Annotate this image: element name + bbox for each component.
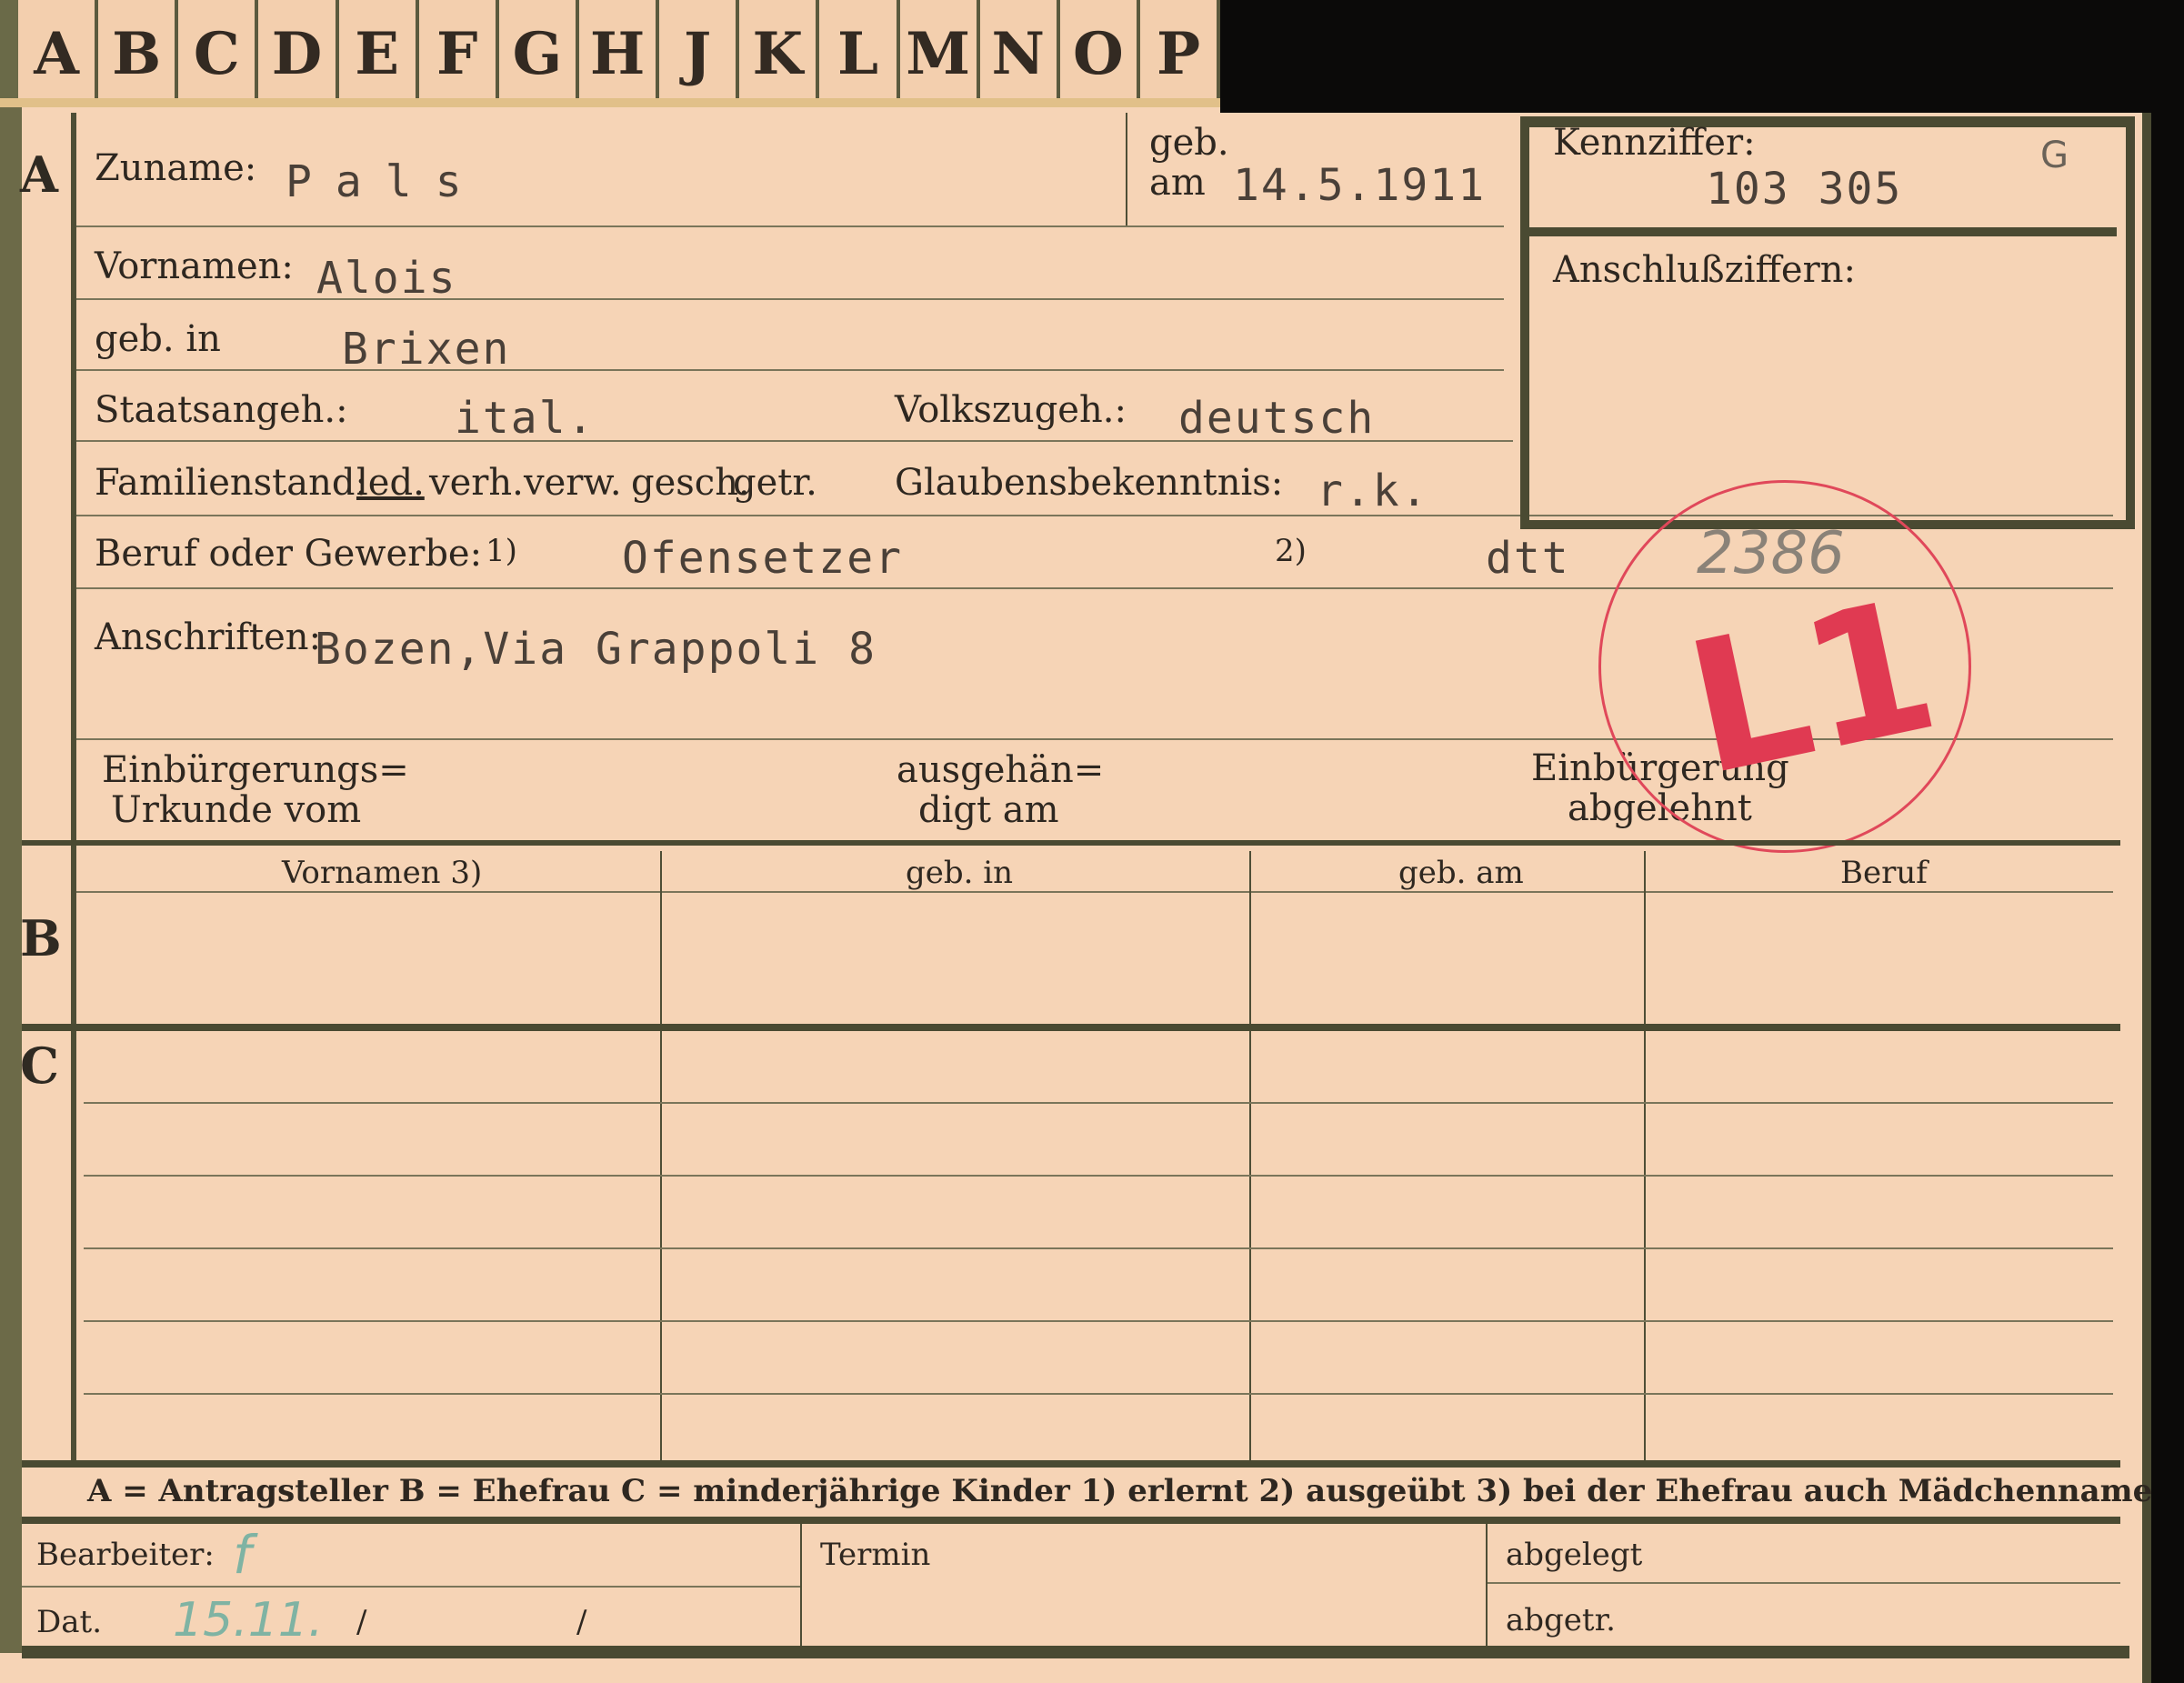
beruf-label: Beruf oder Gewerbe: bbox=[95, 533, 483, 575]
table-header-beruf: Beruf bbox=[1840, 855, 1928, 891]
abgelegt-label: abgelegt bbox=[1506, 1537, 1643, 1573]
beruf-value-1[interactable]: Ofensetzer bbox=[622, 533, 903, 584]
tab-k[interactable]: K bbox=[739, 0, 820, 107]
tab-b[interactable]: B bbox=[98, 0, 179, 107]
bearbeiter-value[interactable]: f bbox=[233, 1524, 251, 1586]
grid-row-rule bbox=[84, 1393, 2113, 1395]
am-label: am bbox=[1149, 162, 1206, 204]
section-a-letter: A bbox=[20, 145, 58, 204]
rule-gebin bbox=[76, 369, 1504, 371]
einb-urkunde-label-2: Urkunde vom bbox=[111, 789, 362, 831]
staat-value[interactable]: ital. bbox=[455, 393, 596, 444]
grid-row-rule bbox=[84, 1320, 2113, 1322]
dat-separator-2: / bbox=[576, 1604, 587, 1640]
section-c-letter: C bbox=[20, 1037, 59, 1095]
section-c-left-rule bbox=[71, 1031, 76, 1466]
section-b-letter: B bbox=[20, 909, 62, 967]
familien-option-verw[interactable]: verw. bbox=[524, 462, 622, 504]
dat-label: Dat. bbox=[36, 1604, 103, 1640]
volk-value[interactable]: deutsch bbox=[1178, 393, 1375, 444]
anschluss-label: Anschlußziffern: bbox=[1553, 249, 1856, 291]
pencil-number: 2386 bbox=[1697, 520, 1845, 587]
section-b-left-rule bbox=[71, 846, 76, 1024]
geb-label: geb. bbox=[1149, 122, 1229, 164]
legend-text: A = Antragsteller B = Ehefrau C = minder… bbox=[87, 1473, 2153, 1509]
tab-n[interactable]: N bbox=[980, 0, 1060, 107]
footer-divider-2 bbox=[1486, 1524, 1488, 1646]
familien-option-verh[interactable]: verh. bbox=[429, 462, 524, 504]
kennziffer-label: Kennziffer: bbox=[1553, 122, 1756, 164]
termin-label: Termin bbox=[820, 1537, 931, 1573]
card-bottom-border bbox=[22, 1646, 2129, 1658]
kennziffer-suffix: G bbox=[2040, 135, 2069, 176]
ausgeh-label-2: digt am bbox=[918, 789, 1059, 831]
table-col-divider-1 bbox=[660, 851, 662, 1024]
zuname-value[interactable]: Pals bbox=[286, 156, 486, 207]
glauben-value[interactable]: r.k. bbox=[1317, 466, 1429, 516]
gebin-label: geb. in bbox=[95, 318, 221, 360]
background-edge bbox=[1220, 0, 2184, 113]
bearbeiter-label: Bearbeiter: bbox=[36, 1537, 215, 1573]
kennziffer-divider bbox=[1529, 227, 2117, 236]
table-col-divider-2 bbox=[1249, 851, 1251, 1024]
footer-divider-1 bbox=[800, 1524, 802, 1646]
tab-c[interactable]: C bbox=[178, 0, 259, 107]
footer-rule-right bbox=[1488, 1582, 2120, 1584]
rule-vornamen bbox=[76, 298, 1504, 300]
dat-value[interactable]: 15.11. bbox=[173, 1593, 323, 1648]
tab-o[interactable]: O bbox=[1060, 0, 1140, 107]
grid-row-rule bbox=[84, 1247, 2113, 1249]
ausgeh-label-1: ausgehän= bbox=[897, 749, 1105, 791]
vornamen-value[interactable]: Alois bbox=[316, 253, 457, 304]
left-border bbox=[0, 107, 22, 1653]
tab-h[interactable]: H bbox=[579, 0, 660, 107]
staat-label: Staatsangeh.: bbox=[95, 389, 348, 431]
tab-strip-edge bbox=[0, 98, 1220, 107]
table-header-gebin: geb. in bbox=[906, 855, 1014, 891]
anschrift-value[interactable]: Bozen,Via Grappoli 8 bbox=[315, 624, 877, 675]
table-col-divider-3 bbox=[1644, 851, 1646, 1024]
abgetr-label: abgetr. bbox=[1506, 1602, 1616, 1638]
tab-l[interactable]: L bbox=[819, 0, 900, 107]
dat-separator-1: / bbox=[356, 1604, 367, 1640]
glauben-label: Glaubensbekenntnis: bbox=[895, 462, 1284, 504]
section-b-top-rule bbox=[22, 840, 2120, 846]
vornamen-label: Vornamen: bbox=[95, 245, 294, 287]
table-header-vornamen: Vornamen 3) bbox=[282, 855, 483, 891]
grid-row-rule bbox=[84, 1102, 2113, 1104]
tab-a[interactable]: A bbox=[0, 0, 99, 107]
familien-label: Familienstand: bbox=[95, 462, 367, 504]
table-header-rule bbox=[76, 891, 2113, 893]
footer-top-rule bbox=[22, 1517, 2120, 1524]
section-c-top-rule bbox=[22, 1024, 2120, 1031]
grid-row-rule bbox=[84, 1175, 2113, 1177]
tab-f[interactable]: F bbox=[419, 0, 499, 107]
kennziffer-value[interactable]: 103 305 bbox=[1706, 164, 1902, 215]
rule-zuname bbox=[76, 225, 1504, 227]
geb-value[interactable]: 14.5.1911 bbox=[1233, 160, 1486, 211]
section-a-left-rule bbox=[71, 113, 76, 840]
tab-e[interactable]: E bbox=[339, 0, 419, 107]
legend-top-rule bbox=[22, 1460, 2120, 1468]
volk-label: Volkszugeh.: bbox=[895, 389, 1127, 431]
einb-urkunde-label-1: Einbürgerungs= bbox=[102, 749, 409, 791]
beruf-marker-1: 1) bbox=[486, 533, 517, 569]
footer-rule-left bbox=[22, 1586, 800, 1588]
anschrift-label: Anschriften: bbox=[95, 616, 322, 658]
beruf-value-2[interactable]: dtt bbox=[1486, 533, 1570, 584]
tab-m[interactable]: M bbox=[900, 0, 980, 107]
beruf-marker-2: 2) bbox=[1275, 533, 1307, 569]
tab-d[interactable]: D bbox=[258, 0, 339, 107]
zuname-label: Zuname: bbox=[95, 147, 257, 189]
tab-j[interactable]: J bbox=[659, 0, 740, 107]
familien-option-ledig[interactable]: led. bbox=[356, 462, 425, 504]
gebin-value[interactable]: Brixen bbox=[342, 324, 510, 375]
alphabet-tab-strip: A B C D E F G H J K L M N O P bbox=[0, 0, 1221, 107]
tab-p[interactable]: P bbox=[1140, 0, 1221, 107]
familien-option-getr[interactable]: getr. bbox=[733, 462, 817, 504]
dob-divider bbox=[1126, 113, 1127, 227]
table-header-gebam: geb. am bbox=[1398, 855, 1524, 891]
tab-g[interactable]: G bbox=[499, 0, 579, 107]
